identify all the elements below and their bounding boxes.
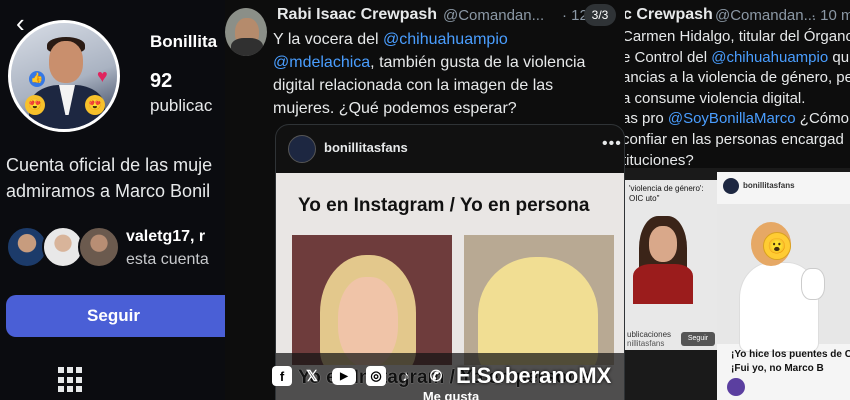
shocked-emoji-icon: 😮	[763, 232, 791, 260]
mutual-followers-avatars[interactable]	[6, 226, 121, 270]
tweet-text-part: Y la vocera del	[273, 31, 383, 48]
avatar-body	[231, 38, 263, 56]
tiktok-icon: ♪	[402, 367, 410, 385]
post-count[interactable]: 92	[150, 70, 172, 93]
heart-eyes-emoji-icon: 😍	[85, 95, 105, 115]
tweet-panel: Rabi Isaac Crewpash @Comandan... · 12 3/…	[225, 0, 625, 400]
facebook-icon: f	[272, 366, 292, 386]
tweet-text-line: a consume violencia digital.	[625, 89, 806, 107]
watermark-text: ElSoberanoMX	[456, 363, 612, 388]
instagram-icon: ◎	[366, 366, 386, 386]
news-username: nillitasfans	[627, 339, 665, 348]
thumbs-up-icon: 👍	[29, 71, 45, 87]
post-username: bonillitasfans	[743, 181, 795, 190]
instagram-post-screenshot[interactable]: bonillitasfans 😮 ¡Yo hice los puentes de…	[717, 172, 850, 400]
tweet-text-part: e Control del	[625, 48, 712, 66]
profile-avatar[interactable]: 👍 ♥ 😍 😍	[8, 20, 120, 132]
embedded-instagram-post[interactable]: bonillitasfans ••• Yo en Instagram / Yo …	[275, 124, 625, 400]
mention-link[interactable]: @chihuahuampio	[711, 49, 828, 66]
bio-line: Cuenta oficial de las muje	[6, 155, 213, 175]
news-headline: 'violencia de género': OIC uto"	[629, 184, 704, 203]
tweet-text: Carmen Hidalgo, titular del Órgano e Con…	[625, 27, 850, 171]
news-photo-dress	[633, 264, 693, 304]
post-avatar	[723, 178, 739, 194]
news-screenshot[interactable]: 'violencia de género': OIC uto" ublicaci…	[625, 180, 717, 350]
tweet-continuation-panel: c Crewpash @Comandan... · 10 m Carmen Hi…	[625, 0, 850, 400]
profile-username: Bonillita	[150, 32, 218, 51]
meme-photo-instagram	[292, 235, 452, 365]
heart-eyes-emoji-icon: 😍	[25, 95, 45, 115]
tweet-author-name[interactable]: c Crewpash	[625, 6, 713, 24]
grid-icon[interactable]	[58, 367, 84, 393]
follow-button[interactable]: Seguir	[681, 332, 715, 346]
meme-title: Yo en Instagram / Yo en persona	[298, 195, 590, 216]
youtube-icon: ▶	[332, 367, 356, 385]
heart-icon: ♥	[97, 66, 108, 86]
mention-link[interactable]: @mdelachica	[273, 54, 370, 71]
tweet-text-line: ancias a la violencia de género, per	[625, 69, 850, 87]
tweet-text-part: ¿Cómo	[795, 110, 849, 128]
tweet-author-name[interactable]: Rabi Isaac Crewpash	[277, 6, 437, 24]
profile-bio: Cuenta oficial de las muje admiramos a M…	[6, 152, 225, 204]
tweet-text-line: Carmen Hidalgo, titular del Órgano	[625, 28, 850, 45]
mention-link[interactable]: @SoyBonillaMarco	[668, 110, 796, 127]
post-caption: ¡Yo hice los puentes de C ¡Fui yo, no Ma…	[717, 348, 850, 376]
meme-photo-in-person	[464, 235, 614, 365]
more-options-icon[interactable]: •••	[602, 135, 622, 153]
tweet-author-handle[interactable]: @Comandan...	[715, 7, 816, 24]
tweet-text: Y la vocera del @chihuahuampio @mdelachic…	[273, 28, 618, 120]
followed-by-subtext: esta cuenta	[126, 251, 209, 268]
whatsapp-icon: ✆	[429, 368, 443, 385]
mention-link[interactable]: @chihuahuampio	[383, 31, 508, 48]
tweet-text-line: e Control del @chihuahuampio qu	[625, 48, 850, 69]
tweet-text-part: as pro	[625, 110, 668, 128]
avatar-face	[49, 41, 83, 83]
tweet-media[interactable]: 'violencia de género': OIC uto" ublicaci…	[625, 168, 850, 400]
instagram-profile-panel: ‹ 👍 ♥ 😍 😍 Bonillita 92 publicac Cuenta o…	[0, 0, 225, 400]
bio-line: admiramos a Marco Bonil	[6, 181, 211, 201]
post-figure-hand	[801, 268, 825, 300]
follow-button[interactable]: Seguir	[6, 295, 225, 337]
post-count-label: publicac	[150, 96, 213, 115]
tweet-text-part: qu	[828, 48, 850, 66]
photo-face	[338, 277, 398, 365]
avatar	[78, 226, 120, 268]
followed-by-text[interactable]: valetg17, r	[126, 228, 205, 246]
avatar	[727, 378, 745, 396]
tweet-author-handle[interactable]: @Comandan...	[443, 7, 544, 24]
tweet-timestamp[interactable]: · 10 m	[811, 7, 850, 24]
photo-hair	[478, 257, 598, 365]
post-caption-line: ¡Yo hice los puentes de C	[731, 349, 850, 360]
watermark-bar: f 𝕏 ▶ ◎ ♪ ✆ ElSoberanoMX	[272, 360, 632, 392]
tweet-text-line: as pro @SoyBonillaMarco ¿Cómo	[625, 109, 850, 130]
tweet-text-line: confiar en las personas encargad	[625, 130, 844, 148]
news-publications-label: ublicaciones	[627, 330, 672, 339]
post-caption-line: ¡Fui yo, no Marco B	[731, 363, 824, 374]
embed-username[interactable]: bonillitasfans	[324, 140, 408, 155]
news-photo-face	[649, 226, 677, 262]
thread-pager-badge: 3/3	[584, 4, 616, 26]
tweet-author-avatar[interactable]	[225, 8, 267, 56]
embed-avatar	[288, 135, 316, 163]
x-icon: 𝕏	[305, 368, 319, 385]
